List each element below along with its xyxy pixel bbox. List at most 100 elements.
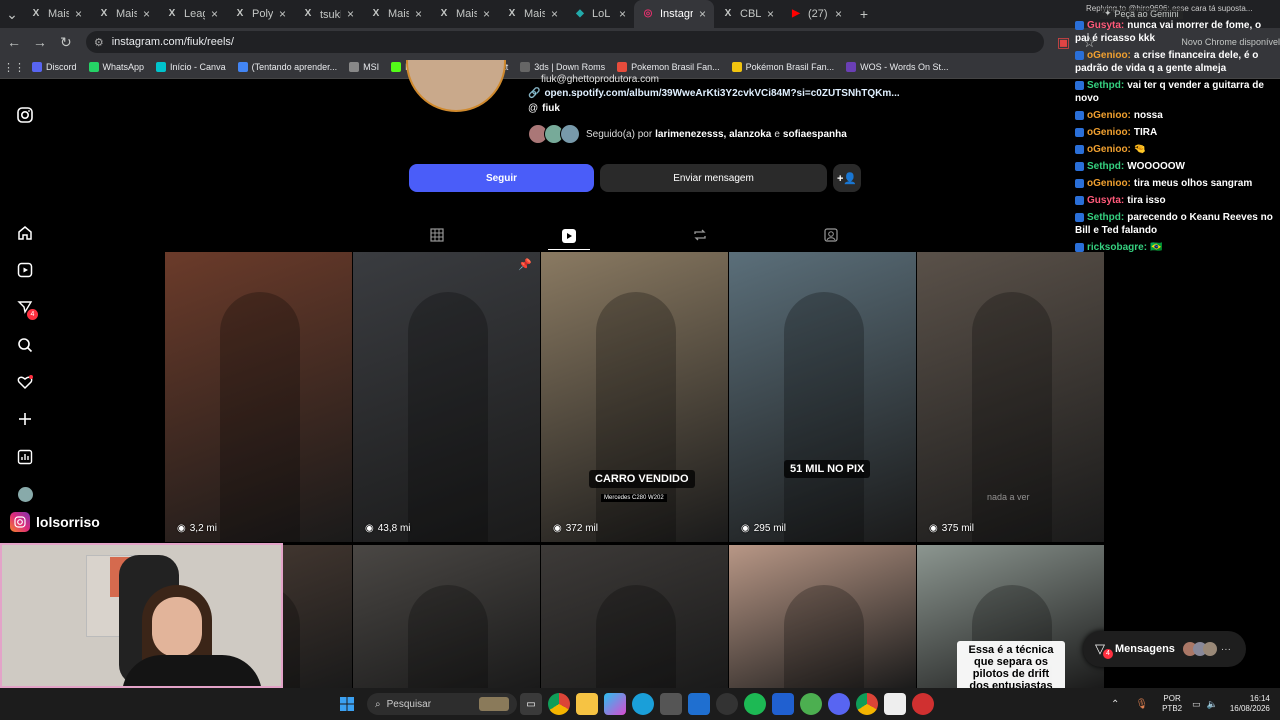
file-explorer-icon[interactable] — [576, 693, 598, 715]
back-button[interactable]: ← — [2, 30, 26, 54]
bookmark-item[interactable]: Pokemon Brasil Fan... — [611, 62, 726, 72]
app-blue-icon[interactable] — [772, 693, 794, 715]
chrome-icon[interactable] — [548, 693, 570, 715]
app-white-icon[interactable] — [884, 693, 906, 715]
copilot-icon[interactable] — [604, 693, 626, 715]
more-icon[interactable]: ··· — [1221, 644, 1231, 655]
bookmark-item[interactable]: WhatsApp — [83, 62, 151, 72]
followed-by[interactable]: Seguido(a) por larimenezesss, alanzoka e… — [528, 124, 847, 144]
obs-icon[interactable] — [716, 693, 738, 715]
tray-chevron-icon[interactable]: ⌃ — [1111, 699, 1119, 710]
reel-thumbnail[interactable] — [729, 545, 916, 688]
reels-icon[interactable] — [14, 259, 36, 281]
bookmark-item[interactable]: Início - Canva — [150, 62, 232, 72]
address-bar[interactable]: ⚙ instagram.com/fiuk/reels/ — [85, 31, 1044, 53]
close-icon[interactable]: × — [835, 7, 842, 21]
create-plus-icon[interactable] — [14, 408, 36, 430]
bookmark-favicon-icon — [846, 62, 857, 72]
bookmark-item[interactable]: WOS - Words On St... — [840, 62, 954, 72]
close-icon[interactable]: × — [279, 7, 286, 21]
store-icon[interactable] — [660, 693, 682, 715]
threads-row[interactable]: @ fiuk — [528, 103, 560, 114]
close-icon[interactable]: × — [619, 7, 626, 21]
taskbar-search[interactable]: ⌕ Pesquisar — [367, 693, 517, 715]
discord-icon[interactable] — [828, 693, 850, 715]
browser-tab[interactable]: X Mais Espo × — [498, 0, 566, 28]
app-red-icon[interactable] — [912, 693, 934, 715]
follow-button[interactable]: Seguir — [409, 164, 594, 192]
tab-posts[interactable] — [429, 227, 445, 248]
bookmark-item[interactable]: Discord — [26, 62, 83, 72]
browser-tab[interactable]: X Mais Espo × — [430, 0, 498, 28]
close-icon[interactable]: × — [75, 7, 82, 21]
reel-thumbnail[interactable] — [353, 545, 540, 688]
messages-widget[interactable]: ▽ 4 Mensagens ··· — [1083, 631, 1246, 667]
reel-thumbnail[interactable]: 51 MIL NO PIX ◉ 295 mil — [729, 252, 916, 542]
browser-tab[interactable]: ◆ LoL Espor × — [566, 0, 634, 28]
chat-text: WOOOOOW — [1127, 161, 1185, 172]
bookmark-item[interactable]: (Tentando aprender... — [232, 62, 344, 72]
dashboard-icon[interactable] — [14, 446, 36, 468]
close-icon[interactable]: × — [347, 7, 354, 21]
browser-tab[interactable]: ◎ Instagram × — [634, 0, 714, 28]
volume-icon[interactable]: 🔈 — [1207, 699, 1218, 710]
browser-tab[interactable]: X CBLOW n × — [714, 0, 782, 28]
forward-button[interactable]: → — [28, 30, 52, 54]
tab-tagged[interactable] — [823, 227, 839, 248]
profile-avatar[interactable] — [14, 483, 36, 505]
windows-start-icon[interactable] — [336, 693, 358, 715]
chrome-alt-icon[interactable] — [856, 693, 878, 715]
reel-thumbnail[interactable] — [541, 545, 728, 688]
browser-tab[interactable]: X Mais Espo × — [90, 0, 158, 28]
reel-thumbnail[interactable]: CARRO VENDIDO Mercedes C280 W202 ◉ 372 mil — [541, 252, 728, 542]
tab-reposts[interactable] — [692, 227, 708, 248]
search-icon[interactable] — [14, 334, 36, 356]
close-icon[interactable]: × — [699, 7, 706, 21]
language-indicator[interactable]: POR PTB2 — [1162, 694, 1182, 714]
close-icon[interactable]: × — [415, 7, 422, 21]
browser-tab[interactable]: X Mais Espo × — [22, 0, 90, 28]
active-tab-indicator — [548, 249, 590, 250]
bookmark-item[interactable]: MSI — [343, 62, 385, 72]
browser-tab[interactable]: X Mais Espo × — [362, 0, 430, 28]
microphone-icon[interactable]: 🎙 — [1135, 699, 1148, 710]
bookmark-item[interactable]: 3ds | Down Roms — [514, 62, 611, 72]
network-icon[interactable]: ▭ — [1192, 699, 1201, 710]
suggest-follow-button[interactable]: +👤 — [833, 164, 861, 192]
apps-grid-icon[interactable]: ⋮⋮ — [2, 55, 26, 79]
mail-icon[interactable] — [688, 693, 710, 715]
instagram-logo-icon[interactable] — [14, 104, 36, 126]
notifications-heart-icon[interactable] — [14, 371, 36, 393]
browser-tab[interactable]: Xtsukki 🙏 × — [294, 0, 362, 28]
edge-icon[interactable] — [632, 693, 654, 715]
tab-reels[interactable] — [560, 227, 578, 250]
reload-button[interactable]: ↻ — [54, 30, 78, 54]
reel-thumbnail[interactable]: 📌 ◉ 43,8 mi — [353, 252, 540, 542]
new-tab-button[interactable]: + — [852, 2, 876, 26]
close-icon[interactable]: × — [551, 7, 558, 21]
clock[interactable]: 16:14 16/08/2026 — [1230, 694, 1270, 714]
close-icon[interactable]: × — [143, 7, 150, 21]
browser-tab[interactable]: X Polymarke × — [226, 0, 294, 28]
direct-messages-icon[interactable]: 4 — [14, 296, 38, 320]
gemini-button[interactable]: ✦ Peça ao Gemini — [1100, 8, 1183, 19]
threads-handle[interactable]: fiuk — [542, 103, 560, 114]
send-message-button[interactable]: Enviar mensagem — [600, 164, 827, 192]
bookmark-item[interactable]: Pokémon Brasil Fan... — [726, 62, 841, 72]
close-icon[interactable]: × — [483, 7, 490, 21]
reel-thumbnail[interactable]: ◉ 3,2 mi — [165, 252, 352, 542]
profile-link-row[interactable]: 🔗 open.spotify.com/album/39WweArKti3Y2cv… — [528, 88, 900, 99]
site-info-icon[interactable]: ⚙ — [94, 36, 104, 49]
profile-link[interactable]: open.spotify.com/album/39WweArKti3Y2cvkV… — [544, 88, 899, 99]
youtube-icon: ▶ — [792, 8, 800, 19]
home-icon[interactable] — [14, 222, 36, 244]
spotify-icon[interactable] — [744, 693, 766, 715]
browser-tab[interactable]: ▶ (27) Meg × — [782, 0, 850, 28]
browser-tab[interactable]: X League of × — [158, 0, 226, 28]
task-view-icon[interactable]: ▭ — [520, 693, 542, 715]
app-green-icon[interactable] — [800, 693, 822, 715]
reel-thumbnail[interactable]: Essa é a técnica que separa os pilotos d… — [917, 545, 1104, 688]
tab-search-button[interactable]: ⌄ — [2, 2, 22, 26]
close-icon[interactable]: × — [767, 7, 774, 21]
close-icon[interactable]: × — [211, 7, 218, 21]
